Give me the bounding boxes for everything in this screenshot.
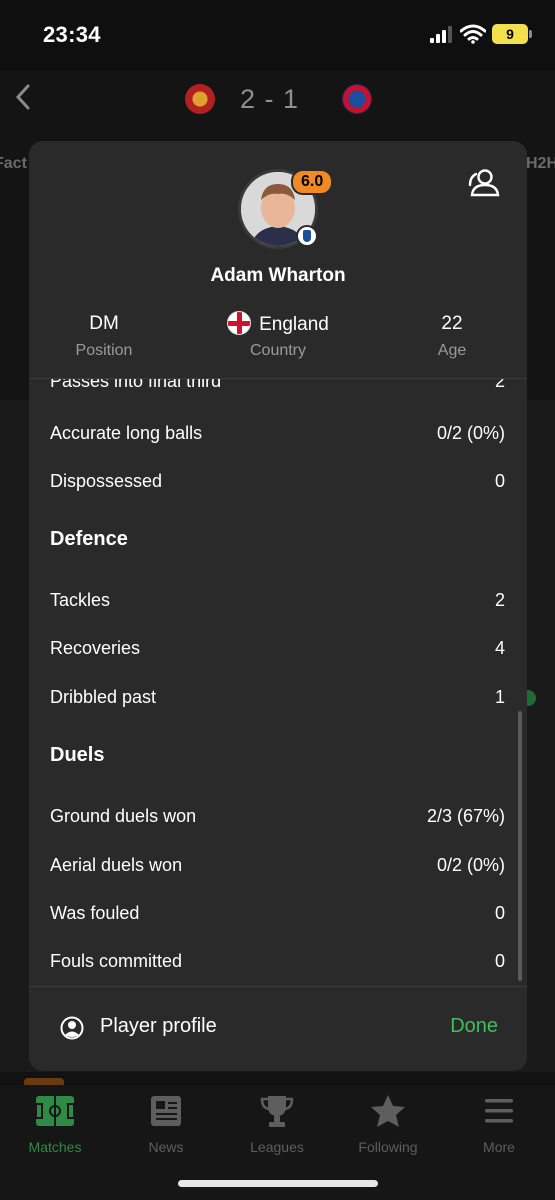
stat-value: 0 (494, 951, 505, 971)
modal-footer: Player profile Done (29, 986, 527, 1071)
stat-label: Dispossessed (50, 471, 163, 491)
stat-label: Accurate long balls (50, 423, 203, 443)
home-team-logo (185, 84, 215, 114)
newspaper-icon (151, 1096, 181, 1126)
country-value: England (259, 314, 329, 335)
stat-value: 2 (494, 590, 505, 610)
background-tab-h2h: H2H (526, 155, 555, 172)
tab-label: Leagues (250, 1139, 304, 1155)
rating-badge: 6.0 (291, 169, 334, 195)
country-info: England Country (203, 311, 353, 360)
stat-row: Dribbled past 1 (50, 682, 505, 712)
stat-value: 4 (494, 638, 505, 658)
stat-row: Aerial duels won 0/2 (0%) (50, 850, 505, 880)
stat-value: 0 (494, 471, 505, 491)
position-value: DM (89, 313, 119, 334)
done-button[interactable]: Done (450, 1015, 498, 1038)
status-time: 23:34 (43, 22, 101, 47)
scrollbar[interactable] (518, 711, 522, 981)
person-circle-icon (60, 1016, 84, 1040)
stat-value: 2/3 (67%) (426, 806, 505, 826)
section-title-defence: Defence (50, 528, 128, 550)
tab-more[interactable]: More (449, 1092, 549, 1155)
stat-row: Fouls committed 0 (50, 946, 505, 976)
home-indicator[interactable] (178, 1180, 378, 1187)
stats-list[interactable]: Passes into final third 2 Accurate long … (29, 361, 527, 986)
position-info: DM Position (29, 311, 179, 360)
stat-value: 0/2 (0%) (436, 423, 505, 443)
battery-indicator: 9 (492, 24, 532, 44)
age-info: 22 Age (377, 311, 527, 360)
stat-label: Dribbled past (50, 687, 157, 707)
player-header: 6.0 Adam Wharton DM Position England Cou… (29, 141, 527, 379)
stat-row: Dispossessed 0 (50, 466, 505, 496)
background-tab-facts: Fact (0, 155, 27, 172)
player-profile-link[interactable]: Player profile (100, 1015, 217, 1038)
away-team-logo (342, 84, 372, 114)
player-stats-modal: 6.0 Adam Wharton DM Position England Cou… (29, 141, 527, 1071)
section-title-duels: Duels (50, 744, 105, 766)
position-label: Position (75, 342, 133, 359)
stat-row: Tackles 2 (50, 585, 505, 615)
star-icon (371, 1095, 405, 1127)
age-value: 22 (441, 313, 463, 334)
stat-label: Tackles (50, 590, 111, 610)
england-flag-icon (227, 311, 252, 335)
stat-label: Aerial duels won (50, 855, 183, 875)
stat-label: Ground duels won (50, 806, 197, 826)
country-label: Country (249, 342, 307, 359)
stat-row: Was fouled 0 (50, 898, 505, 928)
age-label: Age (437, 342, 467, 359)
tab-label: News (148, 1139, 184, 1155)
stat-row: Ground duels won 2/3 (67%) (50, 801, 505, 831)
stat-label: Recoveries (50, 638, 141, 658)
player-avatar-group: 6.0 (238, 169, 334, 249)
cellular-signal-icon (430, 26, 454, 43)
stat-value: 1 (494, 687, 505, 707)
stat-row: Accurate long balls 0/2 (0%) (50, 418, 505, 448)
tab-leagues[interactable]: Leagues (227, 1092, 327, 1155)
club-badge-icon (296, 225, 318, 247)
stat-value: 0/2 (0%) (436, 855, 505, 875)
stat-label: Was fouled (50, 903, 140, 923)
player-name: Adam Wharton (210, 265, 346, 286)
menu-icon (485, 1099, 513, 1123)
status-bar: 23:34 9 (0, 0, 555, 70)
tab-label: Following (358, 1139, 418, 1155)
stat-row: Recoveries 4 (50, 633, 505, 663)
back-arrow-icon[interactable] (10, 82, 40, 112)
tab-matches[interactable]: Matches (5, 1092, 105, 1155)
tab-label: More (483, 1139, 515, 1155)
tab-following[interactable]: Following (338, 1092, 438, 1155)
pitch-icon (35, 1096, 75, 1126)
wifi-icon (460, 24, 486, 44)
stat-label: Fouls committed (50, 951, 183, 971)
tab-news[interactable]: News (116, 1092, 216, 1155)
player-profile-icon[interactable] (467, 167, 503, 197)
trophy-icon (260, 1096, 294, 1127)
stat-value: 0 (494, 903, 505, 923)
match-score: 2 - 1 (240, 84, 300, 114)
tab-label: Matches (28, 1139, 82, 1155)
